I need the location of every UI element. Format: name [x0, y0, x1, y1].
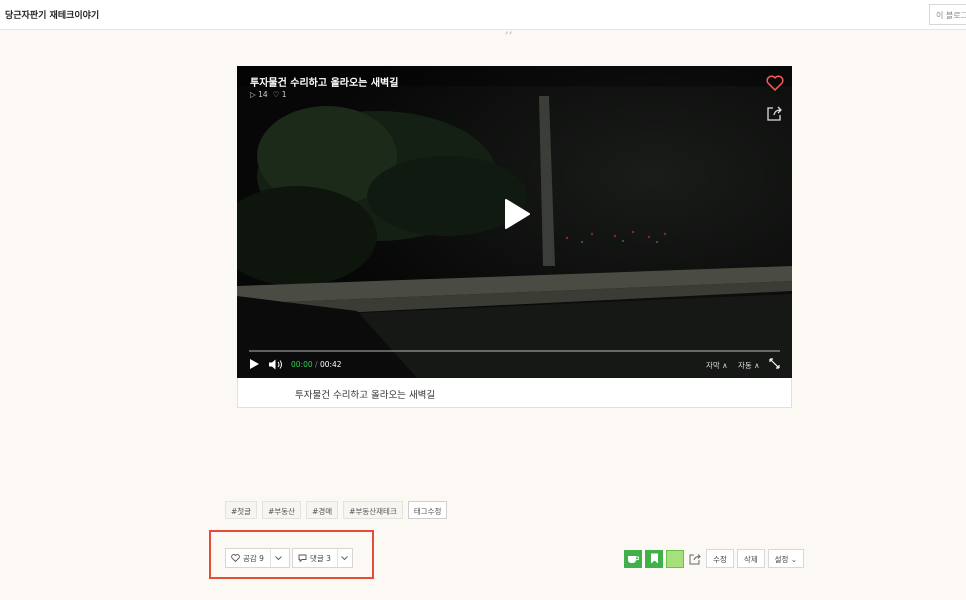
- tag-item[interactable]: #부동산: [262, 501, 302, 519]
- chevron-down-icon: [275, 555, 283, 560]
- subtitle-button[interactable]: 자막 ∧: [706, 360, 728, 371]
- settings-button[interactable]: 설정 ⌄: [767, 549, 805, 568]
- current-time: 00:00: [291, 360, 313, 369]
- bookmark-icon: [650, 553, 658, 564]
- like-label: 공감 9: [243, 553, 264, 563]
- comment-icon: [298, 554, 307, 562]
- comment-label: 댓글 3: [310, 553, 331, 563]
- post-actions: 수정 삭제 설정 ⌄: [624, 549, 805, 568]
- quality-button[interactable]: 자동 ∧: [738, 360, 760, 371]
- time-separator: /: [315, 360, 318, 369]
- duration: 00:42: [319, 360, 342, 369]
- video-title: 투자물건 수리하고 올라오는 새벽길: [250, 78, 399, 89]
- play-icon[interactable]: [503, 198, 531, 230]
- chevron-down-icon: [341, 555, 349, 560]
- share-icon: [689, 553, 701, 564]
- time-display: 00:00 / 00:42: [291, 360, 342, 369]
- like-dropdown-button[interactable]: [271, 549, 287, 567]
- tag-item[interactable]: #첫글: [225, 501, 258, 519]
- like-button[interactable]: 공감 9: [226, 549, 271, 567]
- like-count: ♡ 1: [272, 90, 287, 99]
- edit-button[interactable]: 수정: [706, 549, 734, 568]
- progress-bar[interactable]: [249, 350, 780, 352]
- heart-icon[interactable]: [766, 75, 784, 91]
- this-blog-button[interactable]: 이 블로그: [929, 4, 966, 25]
- tag-item[interactable]: #부동산재테크: [343, 501, 403, 519]
- blog-title[interactable]: 당근자판기 재테크이야기: [5, 8, 99, 21]
- delete-button[interactable]: 삭제: [736, 549, 765, 568]
- video-caption-box: 투자물건 수리하고 올라오는 새벽길: [237, 378, 792, 408]
- tag-item[interactable]: #경매: [306, 501, 339, 519]
- play-icon[interactable]: [250, 359, 259, 369]
- video-player[interactable]: 투자물건 수리하고 올라오는 새벽길 ▷ 14 ♡ 1 00:00 / 00:4…: [237, 66, 792, 378]
- comment-button-group: 댓글 3: [292, 548, 353, 568]
- cup-icon: [628, 555, 639, 563]
- bookmark-button[interactable]: [645, 549, 663, 568]
- share-icon[interactable]: [766, 105, 783, 122]
- top-bar: 당근자판기 재테크이야기 이 블로그: [0, 0, 966, 30]
- color-square-button[interactable]: [666, 549, 684, 568]
- share-button[interactable]: [687, 550, 703, 568]
- play-count: ▷ 14: [250, 90, 268, 99]
- video-stats: ▷ 14 ♡ 1: [250, 90, 287, 99]
- comment-button[interactable]: 댓글 3: [293, 549, 338, 567]
- like-button-group: 공감 9: [225, 548, 290, 568]
- comment-dropdown-button[interactable]: [338, 549, 352, 567]
- volume-icon[interactable]: [269, 359, 284, 370]
- tag-list: #첫글 #부동산 #경매 #부동산재테크 태그수정: [225, 501, 448, 519]
- video-caption: 투자물건 수리하고 올라오는 새벽길: [295, 390, 436, 401]
- heart-icon: [231, 554, 240, 562]
- fullscreen-icon[interactable]: [769, 358, 780, 369]
- cup-button[interactable]: [624, 549, 642, 568]
- quote-mark: ,,: [505, 22, 513, 36]
- tag-edit-button[interactable]: 태그수정: [407, 501, 448, 519]
